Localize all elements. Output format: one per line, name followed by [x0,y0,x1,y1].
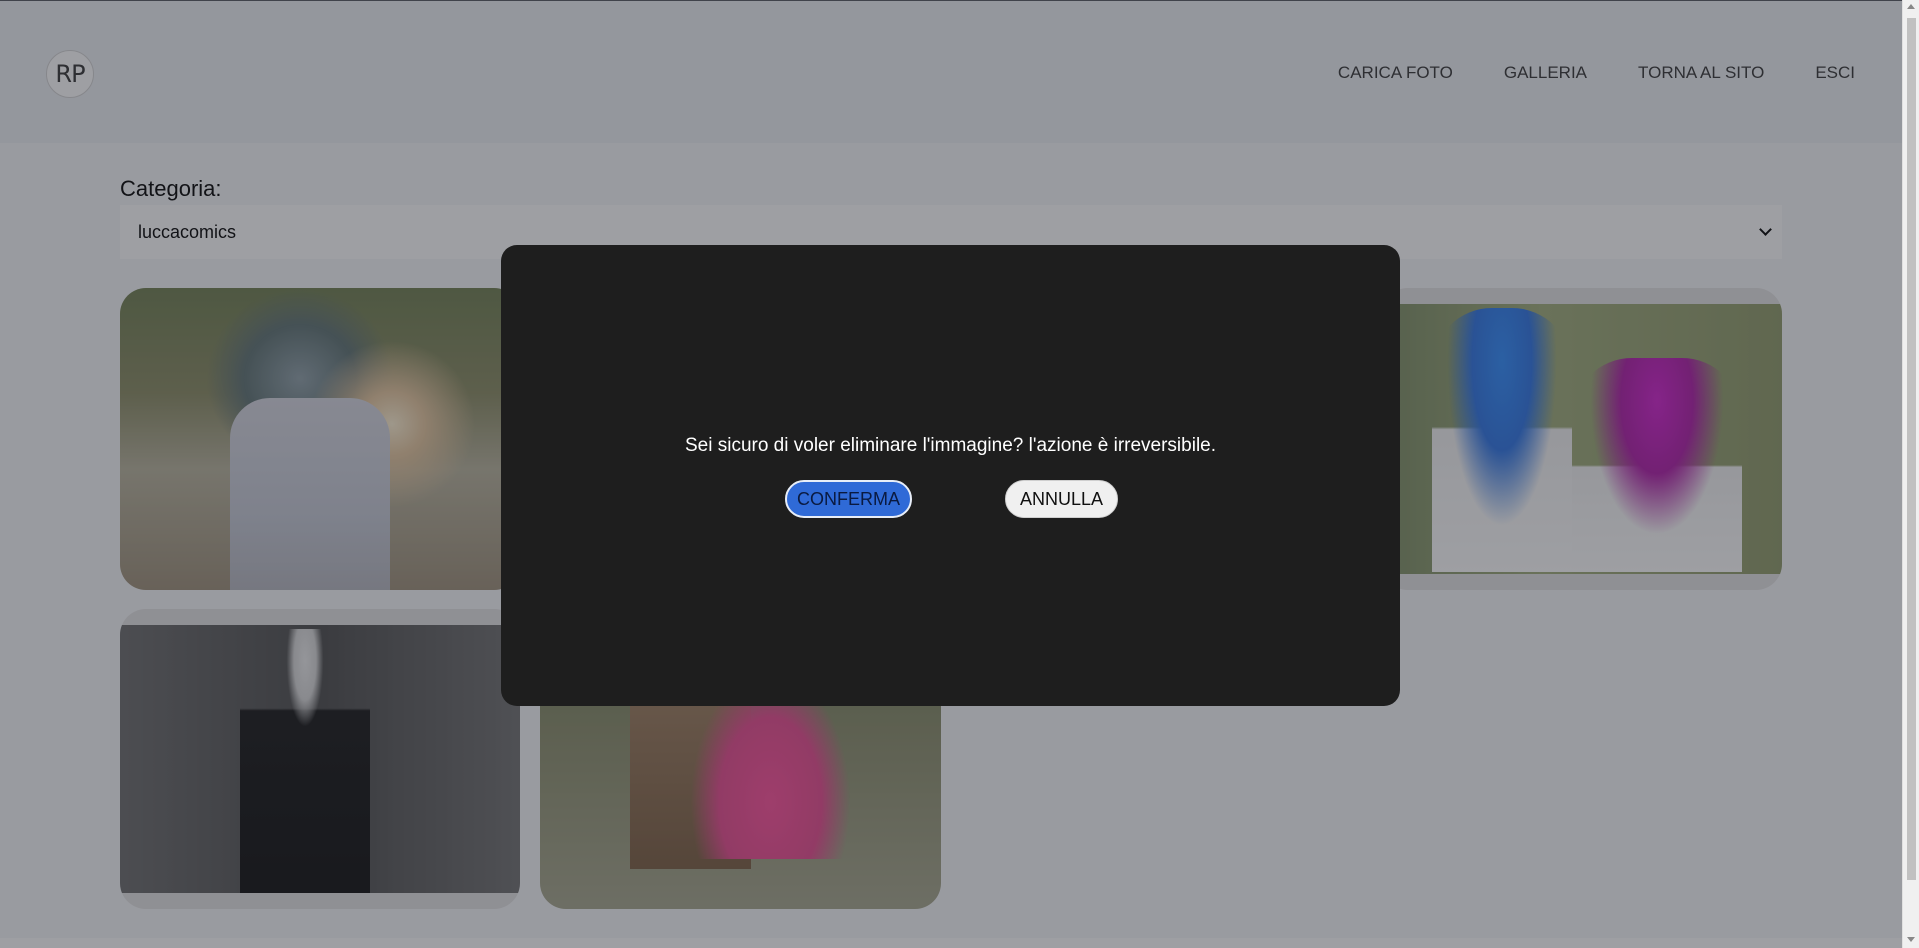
scrollbar-thumb[interactable] [1907,18,1916,880]
scroll-down-icon[interactable] [1907,937,1915,942]
modal-message: Sei sicuro di voler eliminare l'immagine… [684,435,1217,456]
cancel-button[interactable]: ANNULLA [1005,480,1118,518]
delete-confirmation-modal: Sei sicuro di voler eliminare l'immagine… [501,245,1400,706]
scroll-up-icon[interactable] [1907,4,1915,9]
scrollbar[interactable] [1902,0,1919,948]
page: RP CARICA FOTO GALLERIA TORNA AL SITO ES… [0,0,1902,948]
confirm-button[interactable]: CONFERMA [785,480,912,518]
